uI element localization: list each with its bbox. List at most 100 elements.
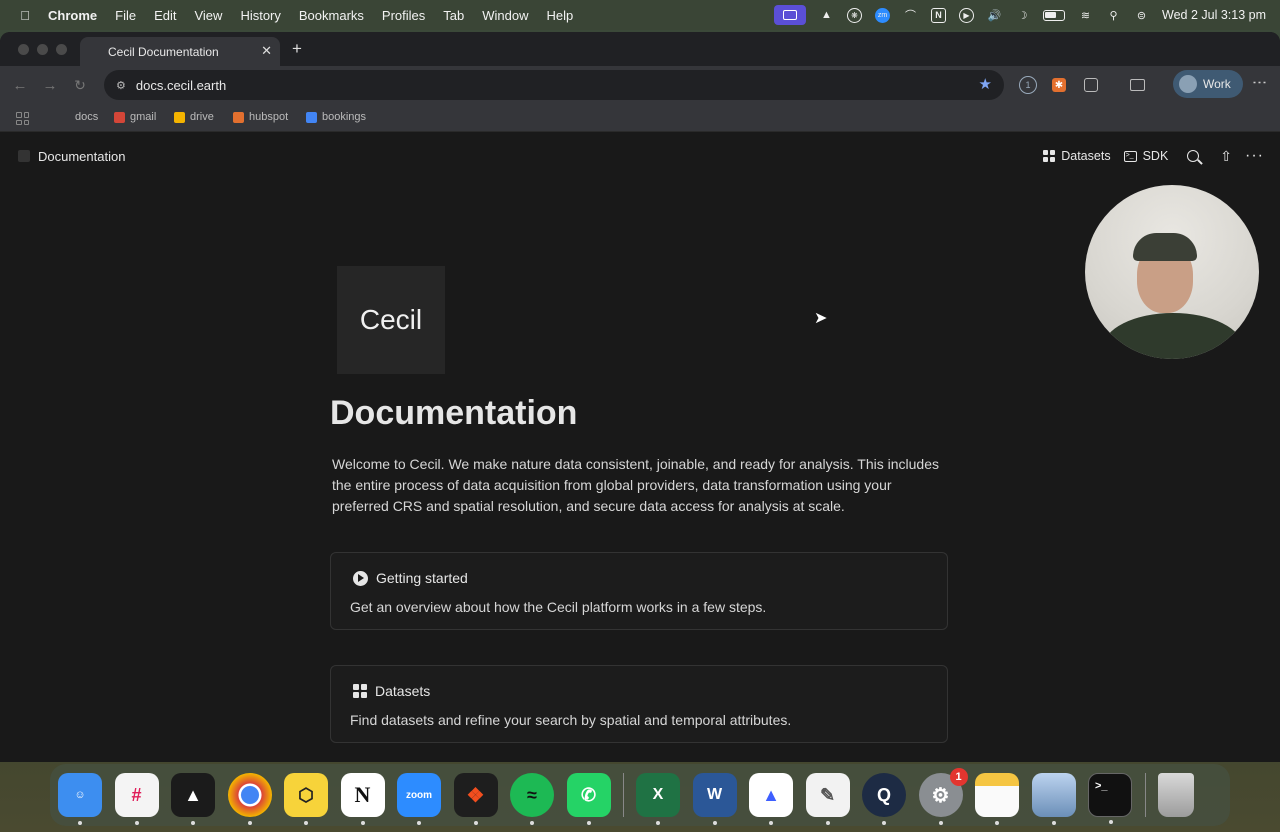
datasets-link-label: Datasets xyxy=(1061,149,1111,163)
preview-icon[interactable] xyxy=(1031,773,1076,825)
menu-bookmarks[interactable]: Bookmarks xyxy=(299,8,364,23)
excel-icon[interactable]: X xyxy=(636,773,680,825)
docs-home-link[interactable]: Documentation xyxy=(38,149,125,164)
browser-window: Cecil Documentation ✕ + ← → ↻ ⚙ docs.cec… xyxy=(0,32,1280,762)
card-description: Find datasets and refine your search by … xyxy=(350,712,792,728)
dock-separator xyxy=(1144,773,1146,817)
play-icon[interactable]: ▶ xyxy=(959,7,974,23)
forward-icon[interactable]: → xyxy=(42,77,58,94)
card-datasets[interactable]: Datasets Find datasets and refine your s… xyxy=(330,665,948,743)
minimize-window-button[interactable] xyxy=(37,43,48,55)
moon-icon[interactable]: ☽ xyxy=(1015,8,1030,23)
tab-cecil-documentation[interactable]: Cecil Documentation ✕ xyxy=(80,37,280,66)
side-panel-icon[interactable] xyxy=(1130,79,1145,91)
menu-app-name[interactable]: Chrome xyxy=(48,8,97,23)
notification-badge: 1 xyxy=(949,768,968,786)
menu-file[interactable]: File xyxy=(115,8,136,23)
card-title: Getting started xyxy=(376,570,468,586)
notion-icon[interactable]: N xyxy=(340,773,385,825)
finder-icon[interactable]: ☺ xyxy=(58,773,102,825)
profile-button[interactable]: Work xyxy=(1173,70,1243,98)
share-icon[interactable]: ⇧ xyxy=(1220,148,1232,165)
bookmark-docs[interactable]: docs xyxy=(75,111,98,123)
control-center-icon[interactable]: ⊜ xyxy=(1134,8,1149,23)
bee-icon[interactable]: ⬡ xyxy=(284,773,328,825)
extensions-icon[interactable] xyxy=(1084,78,1098,92)
browser-menu-icon[interactable]: ⋮ xyxy=(1251,75,1268,90)
menu-window[interactable]: Window xyxy=(482,8,528,23)
wifi-icon[interactable]: ≋ xyxy=(1078,8,1093,23)
textedit-icon[interactable]: ✎ xyxy=(805,773,850,825)
calendar-icon xyxy=(306,111,317,123)
close-window-button[interactable] xyxy=(18,43,29,55)
word-icon[interactable]: W xyxy=(692,773,737,825)
gmail-icon xyxy=(114,111,125,123)
cursor-icon[interactable]: ▲ xyxy=(171,773,215,825)
zoom-icon[interactable]: zoom xyxy=(397,773,441,825)
whatsapp-icon[interactable]: ✆ xyxy=(566,773,611,825)
grid-icon xyxy=(353,684,367,698)
more-options-icon[interactable]: ··· xyxy=(1245,147,1264,165)
url-text[interactable]: docs.cecil.earth xyxy=(136,78,226,93)
browser-toolbar: ← → ↻ ⚙ docs.cecil.earth ★ 1 ✱ Work ⋮ xyxy=(0,66,1280,104)
card-getting-started[interactable]: Getting started Get an overview about ho… xyxy=(330,552,948,630)
trash-icon[interactable] xyxy=(1157,773,1194,817)
bookmark-bookings[interactable]: bookings xyxy=(306,111,366,123)
volume-icon[interactable]: 🔊 xyxy=(987,8,1002,23)
screen-recording-icon[interactable] xyxy=(774,5,806,25)
site-info-icon[interactable]: ⚙ xyxy=(116,79,126,92)
battery-icon[interactable] xyxy=(1043,9,1065,21)
notion-icon[interactable]: N xyxy=(931,7,946,23)
bookmark-star-icon[interactable]: ★ xyxy=(979,75,992,93)
close-tab-icon[interactable]: ✕ xyxy=(261,43,272,59)
apps-grid-icon[interactable] xyxy=(16,112,29,125)
menu-help[interactable]: Help xyxy=(547,8,574,23)
search-icon[interactable]: ⚲ xyxy=(1106,8,1121,23)
sdk-link[interactable]: >_ SDK xyxy=(1123,149,1168,163)
system-settings-icon[interactable]: ⚙ 1 xyxy=(918,768,968,825)
figma-icon[interactable]: ❖ xyxy=(453,773,498,825)
back-icon[interactable]: ← xyxy=(12,77,28,94)
terminal-icon[interactable]: >_ xyxy=(1088,773,1132,824)
bookmark-label: gmail xyxy=(130,111,157,123)
slack-icon[interactable]: # xyxy=(114,773,159,825)
clock[interactable]: Wed 2 Jul 3:13 pm xyxy=(1162,8,1266,22)
menu-history[interactable]: History xyxy=(240,8,280,23)
hubspot-extension-icon[interactable]: ✱ xyxy=(1052,78,1066,92)
menu-profiles[interactable]: Profiles xyxy=(382,8,425,23)
profile-label: Work xyxy=(1203,77,1231,91)
apple-icon[interactable]:  xyxy=(16,8,34,23)
menu-view[interactable]: View xyxy=(194,8,222,23)
reload-icon[interactable]: ↻ xyxy=(72,77,88,94)
onepassword-icon[interactable]: 1 xyxy=(1019,76,1037,94)
dock: ☺ # ▲ ⬡ N zoom ❖ ≈ ✆ X W ▲ ✎ Q ⚙ 1 >_ xyxy=(50,764,1230,826)
bookmark-label: docs xyxy=(75,111,99,123)
arc-icon[interactable]: ⌒ xyxy=(903,8,918,23)
new-tab-button[interactable]: + xyxy=(292,39,302,59)
zoom-window-button[interactable] xyxy=(56,43,67,55)
bookmark-hubspot[interactable]: hubspot xyxy=(233,111,288,123)
address-bar[interactable]: ⚙ docs.cecil.earth ★ xyxy=(104,70,1004,100)
menu-tab[interactable]: Tab xyxy=(443,8,464,23)
bookmarks-bar: docs gmail drive hubspot bookings xyxy=(0,104,1280,132)
bookmark-drive[interactable]: drive xyxy=(174,111,214,123)
datasets-link[interactable]: Datasets xyxy=(1043,149,1111,163)
figma-agent-icon[interactable]: ▲ xyxy=(819,8,834,23)
search-icon[interactable] xyxy=(1187,150,1200,162)
person-cap xyxy=(1133,233,1197,261)
quicktime-icon[interactable]: Q xyxy=(862,773,906,825)
gear-icon[interactable]: ❋ xyxy=(847,7,862,23)
cecil-logo: Cecil xyxy=(337,266,445,374)
zoom-icon[interactable]: zm xyxy=(875,7,890,23)
chrome-icon[interactable] xyxy=(227,773,272,825)
notes-icon[interactable] xyxy=(975,773,1019,825)
webcam-overlay[interactable] xyxy=(1085,185,1259,359)
bookmark-gmail[interactable]: gmail xyxy=(114,111,156,123)
site-logo-icon[interactable] xyxy=(18,150,30,162)
tab-strip: Cecil Documentation ✕ + xyxy=(0,32,1280,66)
spotify-icon[interactable]: ≈ xyxy=(510,773,554,825)
page-content: Documentation Datasets >_ SDK ⇧ ··· Ceci… xyxy=(0,136,1280,762)
menu-edit[interactable]: Edit xyxy=(154,8,176,23)
logo-text: Cecil xyxy=(359,304,423,335)
nordvpn-icon[interactable]: ▲ xyxy=(749,773,793,825)
